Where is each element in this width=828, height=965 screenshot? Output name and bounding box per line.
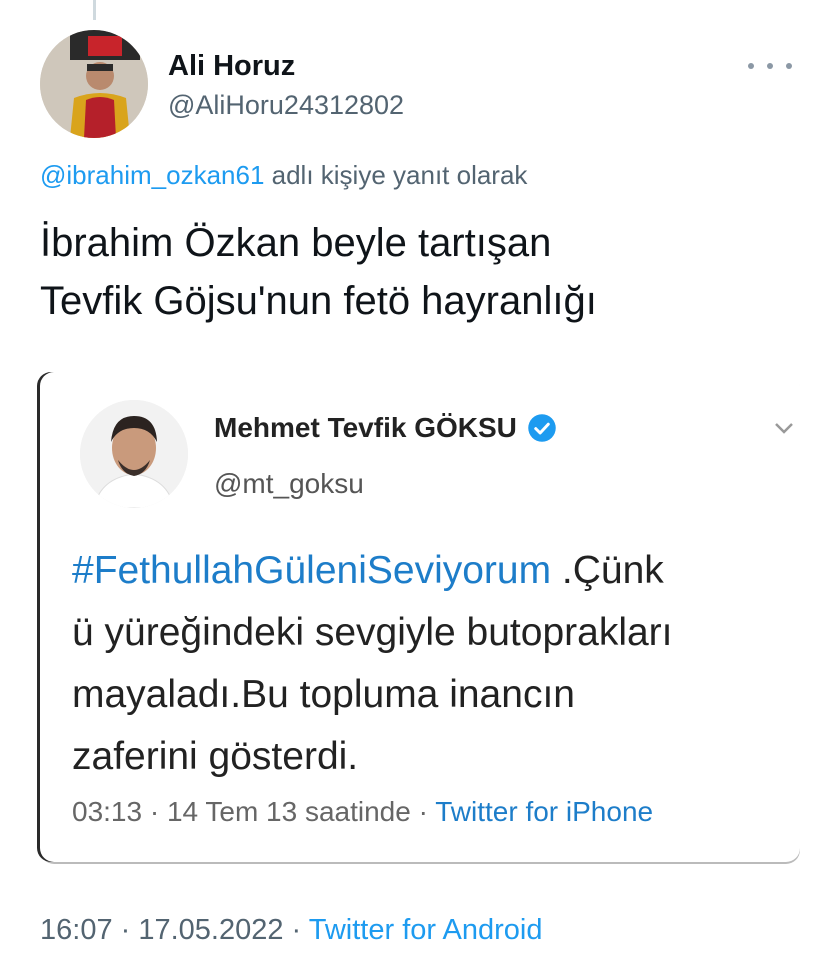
more-dot-icon bbox=[767, 63, 773, 69]
chevron-down-icon bbox=[775, 423, 793, 434]
embedded-text-line: ü yüreğindeki sevgiyle butoprakları bbox=[72, 611, 673, 654]
embedded-avatar-photo bbox=[80, 400, 188, 508]
tweet-footer-meta: 16:07 · 17.05.2022 · Twitter for Android bbox=[40, 914, 542, 947]
reply-context: @ibrahim_ozkan61 adlı kişiye yanıt olara… bbox=[40, 160, 527, 191]
embedded-timestamp: 03:13 · 14 Tem 13 saatinde · bbox=[72, 796, 436, 827]
more-dot-icon bbox=[786, 63, 792, 69]
embedded-text-line: #FethullahGüleniSeviyorum .Çünk bbox=[72, 540, 800, 602]
embedded-text-line: mayaladı.Bu topluma inancın bbox=[72, 673, 575, 716]
thread-connector-line bbox=[93, 0, 96, 20]
reply-mention-link[interactable]: @ibrahim_ozkan61 bbox=[40, 160, 264, 190]
embedded-source: Twitter for iPhone bbox=[435, 796, 654, 827]
author-avatar-photo bbox=[40, 30, 148, 138]
embedded-author-name-row: Mehmet Tevfik GÖKSU bbox=[214, 412, 557, 444]
verified-badge-icon bbox=[528, 414, 556, 442]
author-name[interactable]: Ali Horuz bbox=[168, 50, 295, 83]
embedded-author-name: Mehmet Tevfik GÖKSU bbox=[214, 412, 517, 443]
author-avatar[interactable] bbox=[40, 30, 148, 138]
author-handle[interactable]: @AliHoru24312802 bbox=[168, 90, 404, 121]
reply-suffix: adlı kişiye yanıt olarak bbox=[271, 160, 528, 190]
embedded-author-avatar bbox=[80, 400, 188, 508]
tweet-source-link[interactable]: Twitter for Android bbox=[309, 914, 543, 946]
more-options-button[interactable] bbox=[748, 52, 792, 80]
hashtag-link: #FethullahGüleniSeviyorum bbox=[72, 549, 552, 592]
embedded-tweet-text: #FethullahGüleniSeviyorum .Çünk ü yüreği… bbox=[72, 540, 800, 788]
embedded-author-handle: @mt_goksu bbox=[214, 468, 364, 499]
embedded-tweet-screenshot[interactable]: Mehmet Tevfik GÖKSU @mt_goksu #Fethullah… bbox=[40, 372, 800, 862]
embedded-tweet-meta: 03:13 · 14 Tem 13 saatinde · Twitter for… bbox=[72, 796, 653, 828]
more-dot-icon bbox=[748, 63, 754, 69]
tweet-text-line: İbrahim Özkan beyle tartışan bbox=[40, 221, 552, 265]
tweet-timestamp[interactable]: 16:07 · 17.05.2022 · bbox=[40, 914, 309, 946]
embedded-text-line: zaferini gösterdi. bbox=[72, 735, 359, 778]
tweet-text: İbrahim Özkan beyle tartışan Tevfik Göjs… bbox=[40, 214, 800, 330]
embedded-text-fragment: .Çünk bbox=[551, 549, 664, 592]
tweet-text-line: Tevfik Göjsu'nun fetö hayranlığı bbox=[40, 279, 597, 323]
